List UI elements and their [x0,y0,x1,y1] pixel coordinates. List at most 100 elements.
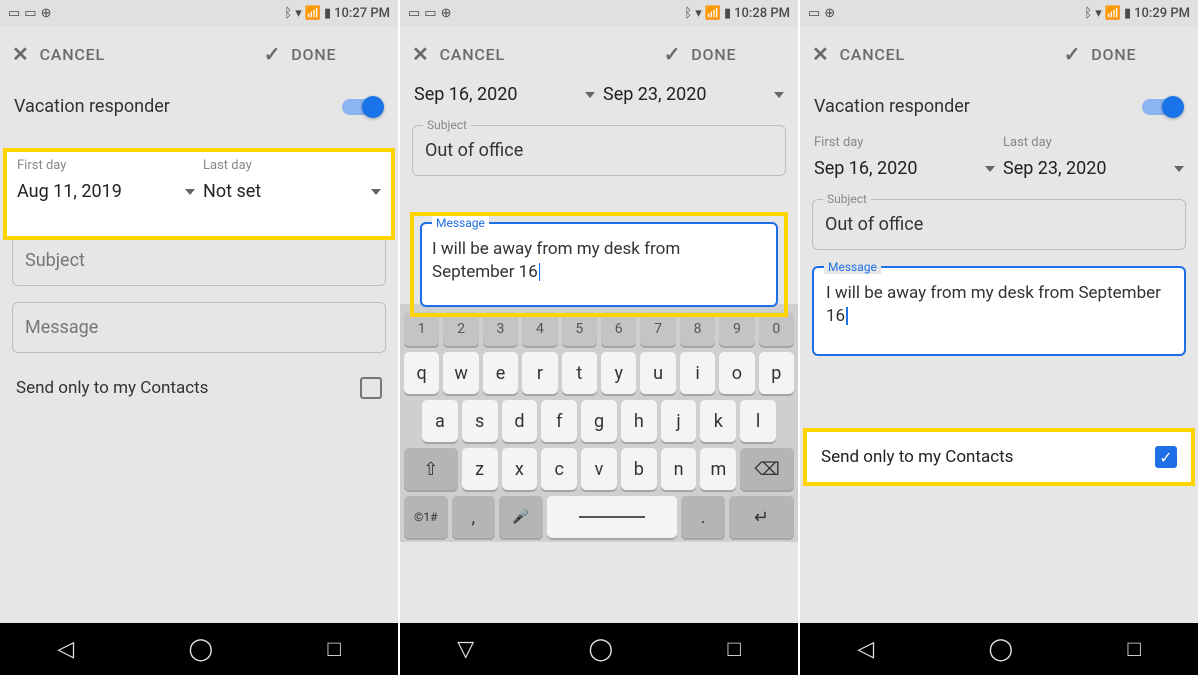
key-n[interactable]: n [661,448,697,490]
key-2[interactable]: 2 [443,312,478,346]
cancel-button[interactable]: ✕ CANCEL [812,42,984,66]
subject-label: Subject [823,192,871,206]
key-z[interactable]: z [462,448,498,490]
key-w[interactable]: w [443,352,478,394]
subject-input[interactable]: Subject Out of office [812,199,1186,250]
cancel-label: CANCEL [40,45,105,64]
key-s[interactable]: s [462,400,498,442]
key-v[interactable]: v [581,448,617,490]
key-x[interactable]: x [502,448,538,490]
status-bar: ▭ ⊕ ᛒ ▾ 📶 ▮ 10:29 PM [800,0,1198,26]
key-backspace[interactable]: ⌫ [740,448,794,490]
wifi-icon: ▾ [295,6,302,21]
key-period[interactable]: . [681,496,725,538]
cancel-button[interactable]: ✕ CANCEL [412,42,584,66]
key-8[interactable]: 8 [680,312,715,346]
first-day-picker[interactable]: First day Aug 11, 2019 [17,158,195,228]
key-g[interactable]: g [581,400,617,442]
key-l[interactable]: l [740,400,776,442]
subject-input[interactable]: Subject Out of office [412,125,786,176]
cancel-label: CANCEL [840,45,905,64]
key-m[interactable]: m [700,448,736,490]
contacts-checkbox[interactable]: ✓ [1155,446,1177,468]
key-6[interactable]: 6 [601,312,636,346]
home-icon[interactable]: ◯ [588,637,613,662]
chevron-down-icon [1174,166,1184,172]
key-t[interactable]: t [562,352,597,394]
cancel-button[interactable]: ✕ CANCEL [12,42,184,66]
wifi-icon: ▾ [1095,6,1102,21]
key-q[interactable]: q [404,352,439,394]
back-icon[interactable]: ◁ [857,637,874,662]
recent-icon[interactable]: □ [1127,636,1140,662]
back-icon[interactable]: ▽ [457,637,474,662]
close-icon: ✕ [812,42,830,66]
status-time: 10:27 PM [334,6,390,21]
key-9[interactable]: 9 [719,312,754,346]
key-mic[interactable]: 🎤 [499,496,543,538]
key-k[interactable]: k [700,400,736,442]
close-icon: ✕ [412,42,430,66]
key-0[interactable]: 0 [759,312,794,346]
key-7[interactable]: 7 [640,312,675,346]
first-day-picker[interactable]: Sep 16, 2020 [414,84,595,105]
key-h[interactable]: h [621,400,657,442]
recent-icon[interactable]: □ [727,636,740,662]
key-p[interactable]: p [759,352,794,394]
key-comma[interactable]: , [452,496,496,538]
key-c[interactable]: c [541,448,577,490]
key-j[interactable]: j [661,400,697,442]
last-day-label: Last day [1003,135,1184,150]
responder-toggle[interactable] [342,99,382,115]
home-icon[interactable]: ◯ [188,637,213,662]
key-5[interactable]: 5 [562,312,597,346]
message-input[interactable]: Message I will be away from my desk from… [420,222,778,307]
android-nav: ◁ ◯ □ [800,623,1198,675]
subject-input[interactable]: Subject [12,235,386,286]
top-actions: ✕ CANCEL ✓ DONE [400,26,798,82]
contacts-row[interactable]: Send only to my Contacts [0,361,398,415]
keyboard[interactable]: 1 2 3 4 5 6 7 8 9 0 q w e r t y u i o p … [400,304,798,542]
message-input[interactable]: Message I will be away from my desk from… [812,266,1186,356]
key-enter[interactable]: ↵ [729,496,794,538]
battery-icon: ▮ [1124,6,1131,21]
cancel-label: CANCEL [440,45,505,64]
key-b[interactable]: b [621,448,657,490]
status-time: 10:28 PM [734,6,790,21]
back-icon[interactable]: ◁ [57,637,74,662]
first-day-value: Sep 16, 2020 [814,158,918,179]
key-shift[interactable]: ⇧ [404,448,458,490]
contacts-checkbox[interactable] [360,377,382,399]
done-button[interactable]: ✓ DONE [1014,42,1186,66]
key-a[interactable]: a [422,400,458,442]
key-symbols[interactable]: ©1# [404,496,448,538]
message-input[interactable]: Message [12,302,386,353]
key-y[interactable]: y [601,352,636,394]
top-actions: ✕ CANCEL ✓ DONE [0,26,398,82]
recent-icon[interactable]: □ [327,636,340,662]
key-f[interactable]: f [541,400,577,442]
key-o[interactable]: o [719,352,754,394]
key-4[interactable]: 4 [522,312,557,346]
key-1[interactable]: 1 [404,312,439,346]
key-u[interactable]: u [640,352,675,394]
done-button[interactable]: ✓ DONE [214,42,386,66]
text-cursor [846,307,848,325]
responder-toggle[interactable] [1142,99,1182,115]
last-day-value: Not set [203,181,261,202]
last-day-picker[interactable]: Last day Sep 23, 2020 [1003,135,1184,179]
check-icon: ✓ [264,42,282,66]
key-3[interactable]: 3 [483,312,518,346]
home-icon[interactable]: ◯ [988,637,1013,662]
key-e[interactable]: e [483,352,518,394]
last-day-picker[interactable]: Last day Not set [203,158,381,228]
key-space[interactable] [547,496,678,538]
bluetooth-icon: ᛒ [284,6,292,21]
last-day-picker[interactable]: Sep 23, 2020 [603,84,784,105]
date-row: Sep 16, 2020 Sep 23, 2020 [400,82,798,117]
done-button[interactable]: ✓ DONE [614,42,786,66]
key-i[interactable]: i [680,352,715,394]
key-r[interactable]: r [522,352,557,394]
key-d[interactable]: d [502,400,538,442]
first-day-picker[interactable]: First day Sep 16, 2020 [814,135,995,179]
